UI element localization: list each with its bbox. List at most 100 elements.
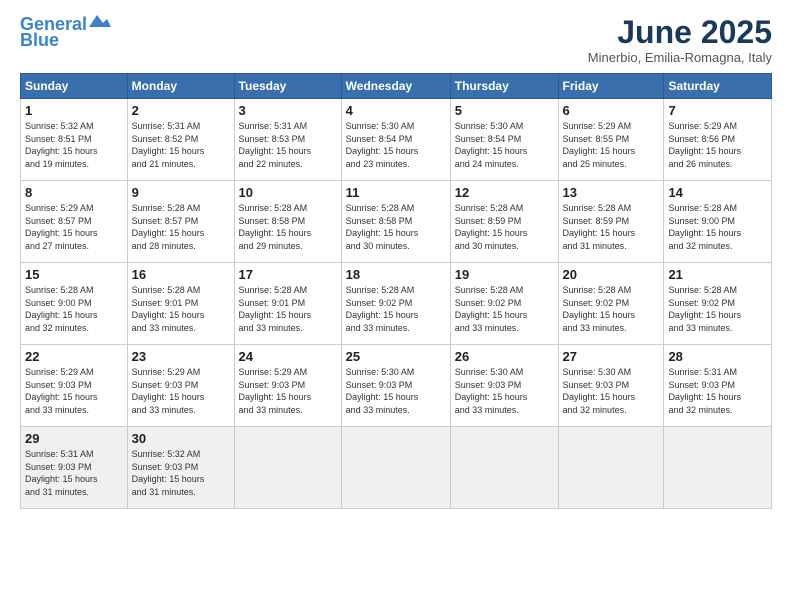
- day-info-20: Sunrise: 5:28 AMSunset: 9:02 PMDaylight:…: [563, 284, 660, 334]
- day-num-18: 18: [346, 267, 446, 282]
- day-info-16: Sunrise: 5:28 AMSunset: 9:01 PMDaylight:…: [132, 284, 230, 334]
- month-title: June 2025: [588, 15, 772, 50]
- week-row-3: 15 Sunrise: 5:28 AMSunset: 9:00 PMDaylig…: [21, 263, 772, 345]
- day-num-3: 3: [239, 103, 337, 118]
- header-monday: Monday: [127, 74, 234, 99]
- header-friday: Friday: [558, 74, 664, 99]
- day-num-2: 2: [132, 103, 230, 118]
- day-num-10: 10: [239, 185, 337, 200]
- day-21: 21 Sunrise: 5:28 AMSunset: 9:02 PMDaylig…: [664, 263, 772, 345]
- empty-cell-2: [341, 427, 450, 509]
- day-24: 24 Sunrise: 5:29 AMSunset: 9:03 PMDaylig…: [234, 345, 341, 427]
- day-num-6: 6: [563, 103, 660, 118]
- day-info-8: Sunrise: 5:29 AMSunset: 8:57 PMDaylight:…: [25, 202, 123, 252]
- day-info-14: Sunrise: 5:28 AMSunset: 9:00 PMDaylight:…: [668, 202, 767, 252]
- day-info-30: Sunrise: 5:32 AMSunset: 9:03 PMDaylight:…: [132, 448, 230, 498]
- day-num-9: 9: [132, 185, 230, 200]
- day-info-25: Sunrise: 5:30 AMSunset: 9:03 PMDaylight:…: [346, 366, 446, 416]
- day-info-5: Sunrise: 5:30 AMSunset: 8:54 PMDaylight:…: [455, 120, 554, 170]
- day-info-9: Sunrise: 5:28 AMSunset: 8:57 PMDaylight:…: [132, 202, 230, 252]
- day-info-7: Sunrise: 5:29 AMSunset: 8:56 PMDaylight:…: [668, 120, 767, 170]
- day-info-29: Sunrise: 5:31 AMSunset: 9:03 PMDaylight:…: [25, 448, 123, 498]
- day-info-21: Sunrise: 5:28 AMSunset: 9:02 PMDaylight:…: [668, 284, 767, 334]
- day-num-27: 27: [563, 349, 660, 364]
- header-tuesday: Tuesday: [234, 74, 341, 99]
- day-1: 1 Sunrise: 5:32 AMSunset: 8:51 PMDayligh…: [21, 99, 128, 181]
- day-28: 28 Sunrise: 5:31 AMSunset: 9:03 PMDaylig…: [664, 345, 772, 427]
- logo-icon: [89, 15, 111, 31]
- day-2: 2 Sunrise: 5:31 AMSunset: 8:52 PMDayligh…: [127, 99, 234, 181]
- day-16: 16 Sunrise: 5:28 AMSunset: 9:01 PMDaylig…: [127, 263, 234, 345]
- day-num-19: 19: [455, 267, 554, 282]
- empty-cell-3: [450, 427, 558, 509]
- day-9: 9 Sunrise: 5:28 AMSunset: 8:57 PMDayligh…: [127, 181, 234, 263]
- day-17: 17 Sunrise: 5:28 AMSunset: 9:01 PMDaylig…: [234, 263, 341, 345]
- day-num-17: 17: [239, 267, 337, 282]
- day-12: 12 Sunrise: 5:28 AMSunset: 8:59 PMDaylig…: [450, 181, 558, 263]
- day-num-12: 12: [455, 185, 554, 200]
- day-info-27: Sunrise: 5:30 AMSunset: 9:03 PMDaylight:…: [563, 366, 660, 416]
- day-4: 4 Sunrise: 5:30 AMSunset: 8:54 PMDayligh…: [341, 99, 450, 181]
- logo: General Blue: [20, 15, 111, 51]
- day-11: 11 Sunrise: 5:28 AMSunset: 8:58 PMDaylig…: [341, 181, 450, 263]
- week-row-1: 1 Sunrise: 5:32 AMSunset: 8:51 PMDayligh…: [21, 99, 772, 181]
- location: Minerbio, Emilia-Romagna, Italy: [588, 50, 772, 65]
- day-29: 29 Sunrise: 5:31 AMSunset: 9:03 PMDaylig…: [21, 427, 128, 509]
- day-20: 20 Sunrise: 5:28 AMSunset: 9:02 PMDaylig…: [558, 263, 664, 345]
- day-5: 5 Sunrise: 5:30 AMSunset: 8:54 PMDayligh…: [450, 99, 558, 181]
- calendar-header-row: Sunday Monday Tuesday Wednesday Thursday…: [21, 74, 772, 99]
- day-info-24: Sunrise: 5:29 AMSunset: 9:03 PMDaylight:…: [239, 366, 337, 416]
- day-info-22: Sunrise: 5:29 AMSunset: 9:03 PMDaylight:…: [25, 366, 123, 416]
- day-num-20: 20: [563, 267, 660, 282]
- day-info-15: Sunrise: 5:28 AMSunset: 9:00 PMDaylight:…: [25, 284, 123, 334]
- day-num-1: 1: [25, 103, 123, 118]
- header: General Blue June 2025 Minerbio, Emilia-…: [20, 15, 772, 65]
- day-8: 8 Sunrise: 5:29 AMSunset: 8:57 PMDayligh…: [21, 181, 128, 263]
- day-13: 13 Sunrise: 5:28 AMSunset: 8:59 PMDaylig…: [558, 181, 664, 263]
- day-num-11: 11: [346, 185, 446, 200]
- day-10: 10 Sunrise: 5:28 AMSunset: 8:58 PMDaylig…: [234, 181, 341, 263]
- week-row-4: 22 Sunrise: 5:29 AMSunset: 9:03 PMDaylig…: [21, 345, 772, 427]
- day-23: 23 Sunrise: 5:29 AMSunset: 9:03 PMDaylig…: [127, 345, 234, 427]
- week-row-2: 8 Sunrise: 5:29 AMSunset: 8:57 PMDayligh…: [21, 181, 772, 263]
- empty-cell-1: [234, 427, 341, 509]
- day-num-5: 5: [455, 103, 554, 118]
- day-info-1: Sunrise: 5:32 AMSunset: 8:51 PMDaylight:…: [25, 120, 123, 170]
- day-7: 7 Sunrise: 5:29 AMSunset: 8:56 PMDayligh…: [664, 99, 772, 181]
- day-num-21: 21: [668, 267, 767, 282]
- day-info-6: Sunrise: 5:29 AMSunset: 8:55 PMDaylight:…: [563, 120, 660, 170]
- day-info-3: Sunrise: 5:31 AMSunset: 8:53 PMDaylight:…: [239, 120, 337, 170]
- day-num-24: 24: [239, 349, 337, 364]
- logo-blue: Blue: [20, 31, 59, 51]
- day-26: 26 Sunrise: 5:30 AMSunset: 9:03 PMDaylig…: [450, 345, 558, 427]
- day-num-29: 29: [25, 431, 123, 446]
- day-info-19: Sunrise: 5:28 AMSunset: 9:02 PMDaylight:…: [455, 284, 554, 334]
- day-info-17: Sunrise: 5:28 AMSunset: 9:01 PMDaylight:…: [239, 284, 337, 334]
- empty-cell-4: [558, 427, 664, 509]
- header-sunday: Sunday: [21, 74, 128, 99]
- day-num-4: 4: [346, 103, 446, 118]
- page: General Blue June 2025 Minerbio, Emilia-…: [0, 0, 792, 612]
- day-num-26: 26: [455, 349, 554, 364]
- empty-cell-5: [664, 427, 772, 509]
- day-info-11: Sunrise: 5:28 AMSunset: 8:58 PMDaylight:…: [346, 202, 446, 252]
- day-3: 3 Sunrise: 5:31 AMSunset: 8:53 PMDayligh…: [234, 99, 341, 181]
- day-num-14: 14: [668, 185, 767, 200]
- title-area: June 2025 Minerbio, Emilia-Romagna, Ital…: [588, 15, 772, 65]
- header-wednesday: Wednesday: [341, 74, 450, 99]
- day-info-13: Sunrise: 5:28 AMSunset: 8:59 PMDaylight:…: [563, 202, 660, 252]
- day-27: 27 Sunrise: 5:30 AMSunset: 9:03 PMDaylig…: [558, 345, 664, 427]
- header-saturday: Saturday: [664, 74, 772, 99]
- day-30: 30 Sunrise: 5:32 AMSunset: 9:03 PMDaylig…: [127, 427, 234, 509]
- day-info-10: Sunrise: 5:28 AMSunset: 8:58 PMDaylight:…: [239, 202, 337, 252]
- day-info-4: Sunrise: 5:30 AMSunset: 8:54 PMDaylight:…: [346, 120, 446, 170]
- day-num-23: 23: [132, 349, 230, 364]
- day-num-28: 28: [668, 349, 767, 364]
- day-num-22: 22: [25, 349, 123, 364]
- day-info-18: Sunrise: 5:28 AMSunset: 9:02 PMDaylight:…: [346, 284, 446, 334]
- day-22: 22 Sunrise: 5:29 AMSunset: 9:03 PMDaylig…: [21, 345, 128, 427]
- header-thursday: Thursday: [450, 74, 558, 99]
- day-num-13: 13: [563, 185, 660, 200]
- day-info-2: Sunrise: 5:31 AMSunset: 8:52 PMDaylight:…: [132, 120, 230, 170]
- day-num-30: 30: [132, 431, 230, 446]
